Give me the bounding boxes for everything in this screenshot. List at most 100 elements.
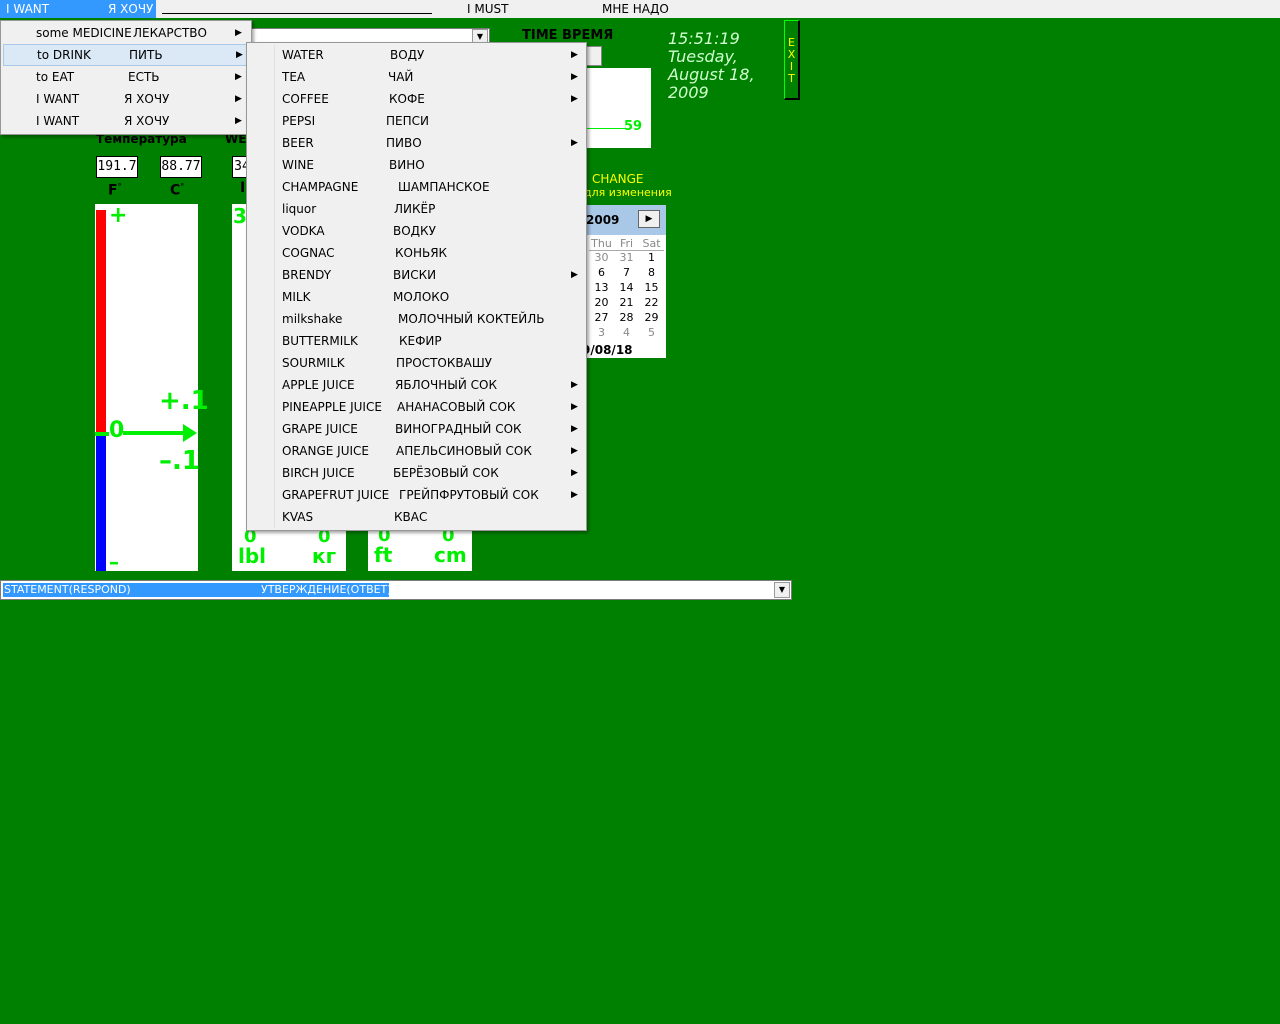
calendar-day[interactable]: 15 xyxy=(639,281,664,294)
minus-one-label: –.1 xyxy=(159,446,200,476)
calendar-day[interactable]: 7 xyxy=(614,266,639,279)
main-menu-item[interactable]: I WANT Я ХОЧУ ▶ xyxy=(3,110,249,132)
calendar-day[interactable]: 13 xyxy=(589,281,614,294)
drink-item-label-en: APPLE JUICE xyxy=(282,378,355,392)
calendar-day[interactable]: 1 xyxy=(639,251,664,264)
submenu-arrow-icon: ▶ xyxy=(571,380,578,390)
main-menu-item[interactable]: some MEDICINE ЛЕКАРСТВО ▶ xyxy=(3,22,249,44)
calendar-day[interactable]: 29 xyxy=(639,311,664,324)
degree-symbol: ° xyxy=(180,182,185,191)
submenu-arrow-icon: ▶ xyxy=(571,72,578,82)
menu-i-want[interactable]: I WANT Я ХОЧУ xyxy=(0,0,156,18)
submenu-arrow-icon: ▶ xyxy=(571,270,578,280)
calendar-day[interactable]: 20 xyxy=(589,296,614,309)
drink-item-label-ru: ВИСКИ xyxy=(393,268,437,282)
time-spinner[interactable] xyxy=(586,46,602,66)
drink-menu-item[interactable]: milkshake МОЛОЧНЫЙ КОКТЕЙЛЬ xyxy=(249,308,584,330)
ft-unit: ft xyxy=(374,543,393,567)
calendar-day[interactable]: 31 xyxy=(614,251,639,264)
drink-item-label-en: ORANGE JUICE xyxy=(282,444,369,458)
drink-item-label-en: CHAMPAGNE xyxy=(282,180,359,194)
drink-item-label-en: MILK xyxy=(282,290,311,304)
drink-item-label-ru: ВИНО xyxy=(389,158,425,172)
cm-unit: cm xyxy=(434,543,467,567)
plus-one-label: +.1 xyxy=(159,386,209,416)
calendar-day[interactable]: 22 xyxy=(639,296,664,309)
drink-menu-item[interactable]: APPLE JUICE ЯБЛОЧНЫЙ СОК ▶ xyxy=(249,374,584,396)
fahrenheit-value[interactable]: 191.7 xyxy=(96,156,138,178)
pointer-arrow-shaft xyxy=(123,431,189,435)
drink-menu-item[interactable]: WINE ВИНО xyxy=(249,154,584,176)
drink-menu-item[interactable]: liquor ЛИКЁР xyxy=(249,198,584,220)
menu-i-must[interactable]: I MUST xyxy=(467,0,508,18)
calendar-day[interactable]: 14 xyxy=(614,281,639,294)
drink-item-label-ru: КОФЕ xyxy=(389,92,425,106)
celsius-value[interactable]: 88.77 xyxy=(160,156,202,178)
calendar-day[interactable]: 4 xyxy=(614,326,639,339)
calendar-day[interactable]: 27 xyxy=(589,311,614,324)
drink-menu-item[interactable]: COFFEE КОФЕ ▶ xyxy=(249,88,584,110)
exit-button[interactable]: E X I T xyxy=(784,20,800,100)
time-label: TIME ВРЕМЯ xyxy=(522,28,614,43)
calendar-day[interactable]: 5 xyxy=(639,326,664,339)
calendar-day[interactable]: 30 xyxy=(589,251,614,264)
submenu-arrow-icon: ▶ xyxy=(235,116,242,126)
calendar-today[interactable]: 9/08/18 xyxy=(582,343,633,357)
calendar-day[interactable]: 28 xyxy=(614,311,639,324)
drink-item-label-ru: ЯБЛОЧНЫЙ СОК xyxy=(395,378,498,392)
gauge-needle xyxy=(586,128,626,129)
degree-symbol: ° xyxy=(117,182,122,191)
drink-menu-item[interactable]: GRAPEFRUT JUICE ГРЕЙПФРУТОВЫЙ СОК ▶ xyxy=(249,484,584,506)
drink-item-label-en: KVAS xyxy=(282,510,314,524)
drink-menu-item[interactable]: MILK МОЛОКО xyxy=(249,286,584,308)
drink-menu-item[interactable]: PEPSI ПЕПСИ xyxy=(249,110,584,132)
menu-mne-nado[interactable]: МНЕ НАДО xyxy=(602,0,669,18)
fahrenheit-unit: F° xyxy=(108,182,122,199)
menu-item-label-ru: Я ХОЧУ xyxy=(124,92,170,106)
drink-menu-item[interactable]: KVAS КВАС xyxy=(249,506,584,528)
drink-item-label-ru: АНАНАСОВЫЙ СОК xyxy=(397,400,516,414)
drink-item-label-ru: ПРОСТОКВАШУ xyxy=(396,356,492,370)
drink-menu-item[interactable]: WATER ВОДУ ▶ xyxy=(249,44,584,66)
chevron-down-icon[interactable]: ▼ xyxy=(774,582,790,598)
drink-menu-item[interactable]: BEER ПИВО ▶ xyxy=(249,132,584,154)
statement-en: STATEMENT(RESPOND) xyxy=(4,583,131,596)
drink-menu-item[interactable]: VODKA ВОДКУ xyxy=(249,220,584,242)
drink-menu-item[interactable]: CHAMPAGNE ШАМПАНСКОЕ xyxy=(249,176,584,198)
drink-menu-item[interactable]: ORANGE JUICE АПЕЛЬСИНОВЫЙ СОК ▶ xyxy=(249,440,584,462)
menu-item-label-ru: Я ХОЧУ xyxy=(124,114,170,128)
drink-item-label-ru: БЕРЁЗОВЫЙ СОК xyxy=(393,466,499,480)
drink-menu-item[interactable]: SOURMILK ПРОСТОКВАШУ xyxy=(249,352,584,374)
celsius-unit-label: C xyxy=(170,182,181,199)
drink-menu-item[interactable]: BRENDY ВИСКИ ▶ xyxy=(249,264,584,286)
drink-menu-item[interactable]: COGNAC КОНЬЯК xyxy=(249,242,584,264)
drink-menu-item[interactable]: PINEAPPLE JUICE АНАНАСОВЫЙ СОК ▶ xyxy=(249,396,584,418)
next-month-button[interactable]: ▶ xyxy=(638,210,660,228)
drink-item-label-en: BIRCH JUICE xyxy=(282,466,355,480)
drink-item-label-ru: ВОДУ xyxy=(390,48,425,62)
statement-combo[interactable]: STATEMENT(RESPOND) УТВЕРЖДЕНИЕ(ОТВЕТ) ▼ xyxy=(0,580,792,600)
drink-item-label-ru: МОЛОЧНЫЙ КОКТЕЙЛЬ xyxy=(398,312,545,326)
chevron-right-icon: ▶ xyxy=(645,214,653,224)
zero-tick xyxy=(95,432,109,436)
celsius-unit: C° xyxy=(170,182,184,199)
change-note-ru: для изменения xyxy=(584,186,672,199)
drink-menu-item[interactable]: BUTTERMILK КЕФИР xyxy=(249,330,584,352)
drink-menu-item[interactable]: BIRCH JUICE БЕРЁЗОВЫЙ СОК ▶ xyxy=(249,462,584,484)
main-menu-item[interactable]: I WANT Я ХОЧУ ▶ xyxy=(3,88,249,110)
calendar-day[interactable]: 21 xyxy=(614,296,639,309)
drink-menu-item[interactable]: TEA ЧАЙ ▶ xyxy=(249,66,584,88)
calendar-day[interactable]: 3 xyxy=(589,326,614,339)
submenu-arrow-icon: ▶ xyxy=(235,28,242,38)
drink-menu-item[interactable]: GRAPE JUICE ВИНОГРАДНЫЙ СОК ▶ xyxy=(249,418,584,440)
calendar-day[interactable]: 6 xyxy=(589,266,614,279)
drink-item-label-ru: АПЕЛЬСИНОВЫЙ СОК xyxy=(396,444,532,458)
main-menu-item[interactable]: to DRINK ПИТЬ ▶ xyxy=(3,44,249,66)
thermometer: + – +.1 –.1 0 xyxy=(95,203,209,574)
change-note: CHANGE xyxy=(592,172,644,186)
menu-item-label-ru: ЛЕКАРСТВО xyxy=(133,26,207,40)
submenu-arrow-icon: ▶ xyxy=(571,446,578,456)
calendar-day[interactable]: 8 xyxy=(639,266,664,279)
submenu-arrow-icon: ▶ xyxy=(235,94,242,104)
main-menu-item[interactable]: to EAT ЕСТЬ ▶ xyxy=(3,66,249,88)
